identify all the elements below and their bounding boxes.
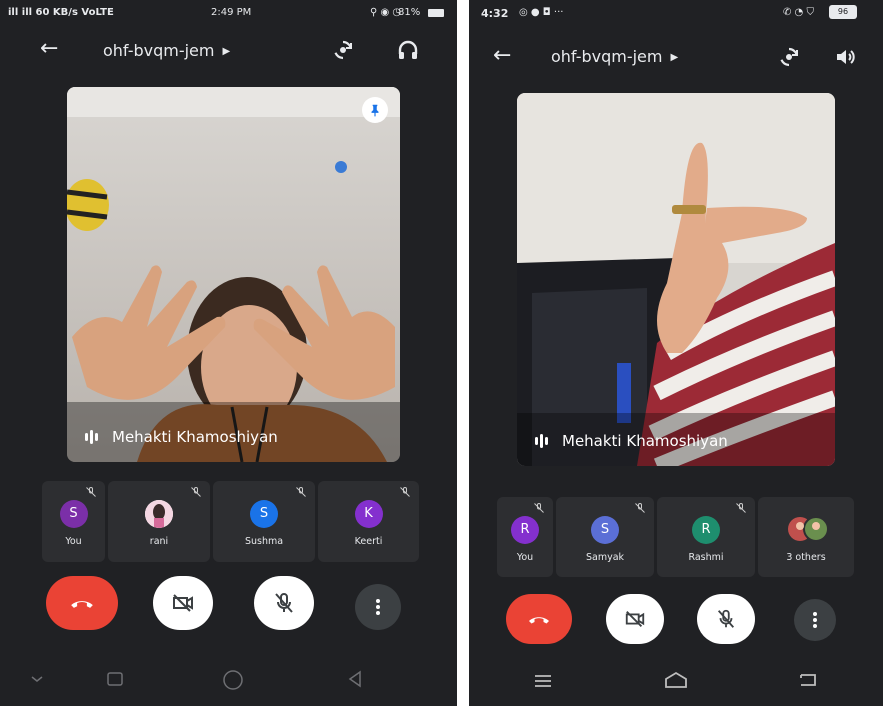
headphones-icon[interactable] [396, 38, 420, 62]
speaker-name-bar: Mehakti Khamoshiyan [535, 432, 728, 450]
meeting-code-button[interactable]: ohf-bvqm-jem ▶ [103, 41, 230, 60]
caret-right-icon: ▶ [222, 46, 231, 57]
participant-tile-you[interactable]: S You [42, 481, 105, 562]
mic-off-icon [717, 609, 735, 628]
profile-photo [145, 500, 173, 528]
avatar: S [59, 500, 88, 528]
participant-tile-you[interactable]: R You [497, 497, 553, 577]
audio-level-icon [535, 434, 548, 448]
status-time: 2:49 PM [211, 7, 252, 18]
battery-percent: 81% [398, 7, 421, 18]
mic-toggle-button[interactable] [254, 576, 314, 630]
participant-label: You [65, 536, 82, 547]
participant-strip: R You S Samyak R Rashmi 3 others [497, 497, 854, 577]
switch-camera-icon[interactable] [331, 38, 355, 62]
audio-level-icon [85, 430, 98, 444]
participant-tile-rashmi[interactable]: R Rashmi [657, 497, 755, 577]
participant-label: rani [149, 536, 169, 547]
video-feed-image [67, 87, 400, 462]
left-phone-screen: ill ill 60 KB/s VoLTE 2:49 PM ⚲ ◉ ◷ 81% … [0, 0, 457, 706]
end-call-button[interactable] [46, 576, 118, 630]
more-vert-icon [376, 599, 380, 615]
battery-icon: 96 [829, 5, 857, 19]
speaker-name: Mehakti Khamoshiyan [562, 432, 728, 450]
mic-off-icon [635, 502, 645, 513]
participant-tile-sushma[interactable]: S Sushma [213, 481, 315, 562]
participant-strip: S You rani S Sushma K Keerti [42, 481, 419, 562]
mic-off-icon [296, 486, 306, 497]
system-nav-bar [0, 656, 457, 706]
meeting-code: ohf-bvqm-jem [103, 41, 215, 60]
chevron-down-icon[interactable] [30, 674, 44, 684]
back-arrow-icon[interactable]: ← [40, 38, 58, 60]
participant-label: Keerti [354, 536, 383, 547]
participant-tile-keerti[interactable]: K Keerti [318, 481, 419, 562]
camera-toggle-button[interactable] [153, 576, 213, 630]
camera-toggle-button[interactable] [606, 594, 664, 644]
meeting-code-button[interactable]: ohf-bvqm-jem ▶ [551, 47, 678, 66]
status-bar: 4:32 ◎ ● ◘ ··· ✆ ◔ ⛉ 96 [469, 0, 883, 26]
group-photo-icon [788, 516, 829, 542]
caret-right-icon: ▶ [670, 52, 679, 63]
speaker-name-bar: Mehakti Khamoshiyan [85, 428, 278, 446]
participant-label: You [516, 552, 534, 563]
hang-up-icon [71, 601, 93, 608]
recents-icon[interactable] [106, 671, 124, 687]
camera-off-icon [173, 594, 193, 612]
avatar: S [591, 516, 619, 544]
participant-tile-rani[interactable]: rani [108, 481, 210, 562]
participant-tile-others[interactable]: 3 others [758, 497, 854, 577]
more-options-button[interactable] [355, 584, 401, 630]
pin-icon [371, 104, 379, 117]
menu-icon[interactable] [533, 673, 553, 689]
switch-camera-icon[interactable] [777, 45, 801, 69]
video-feed-image [517, 93, 835, 466]
more-vert-icon [813, 612, 817, 628]
call-header: ← ohf-bvqm-jem ▶ [0, 26, 457, 70]
back-nav-icon[interactable] [797, 672, 819, 688]
speaker-name: Mehakti Khamoshiyan [112, 428, 278, 446]
speaker-icon[interactable] [833, 45, 857, 69]
status-time: 4:32 [481, 7, 509, 20]
participant-tile-samyak[interactable]: S Samyak [556, 497, 654, 577]
more-options-button[interactable] [794, 599, 836, 641]
status-bar: ill ill 60 KB/s VoLTE 2:49 PM ⚲ ◉ ◷ 81% [0, 0, 457, 26]
mic-off-icon [191, 486, 201, 497]
battery-icon [428, 9, 444, 17]
participant-label: Sushma [244, 536, 284, 547]
right-phone-screen: 4:32 ◎ ● ◘ ··· ✆ ◔ ⛉ 96 ← ohf-bvqm-jem ▶ [469, 0, 883, 706]
participant-label: 3 others [786, 552, 826, 563]
avatar-photo [145, 500, 173, 528]
main-video[interactable]: Mehakti Khamoshiyan [67, 87, 400, 462]
mic-off-icon [275, 592, 293, 613]
participant-label: Samyak [585, 552, 625, 563]
avatar: S [250, 500, 278, 528]
hang-up-icon [529, 617, 549, 624]
mic-off-icon [534, 502, 544, 513]
notification-icons: ◎ ● ◘ ··· [519, 7, 564, 18]
mic-off-icon [400, 486, 410, 497]
back-nav-icon[interactable] [346, 670, 364, 688]
back-arrow-icon[interactable]: ← [493, 45, 511, 67]
status-signal: ill ill 60 KB/s VoLTE [8, 7, 114, 18]
mic-toggle-button[interactable] [697, 594, 755, 644]
grouped-avatars [788, 514, 829, 544]
avatar: K [354, 500, 383, 528]
call-header: ← ohf-bvqm-jem ▶ [469, 33, 883, 77]
home-icon[interactable] [663, 670, 689, 690]
signal-icons: ✆ ◔ ⛉ [783, 7, 814, 18]
meeting-code: ohf-bvqm-jem [551, 47, 663, 66]
main-video[interactable]: Mehakti Khamoshiyan [517, 93, 835, 466]
mic-off-icon [86, 486, 96, 497]
home-icon[interactable] [222, 669, 244, 691]
pin-button[interactable] [362, 97, 388, 123]
avatar: R [692, 516, 720, 544]
mic-off-icon [736, 502, 746, 513]
status-icons: ⚲ ◉ ◷ [370, 7, 402, 18]
avatar: R [511, 516, 539, 544]
system-nav-bar [469, 656, 883, 706]
camera-off-icon [625, 611, 645, 627]
end-call-button[interactable] [506, 594, 572, 644]
participant-label: Rashmi [688, 552, 724, 563]
